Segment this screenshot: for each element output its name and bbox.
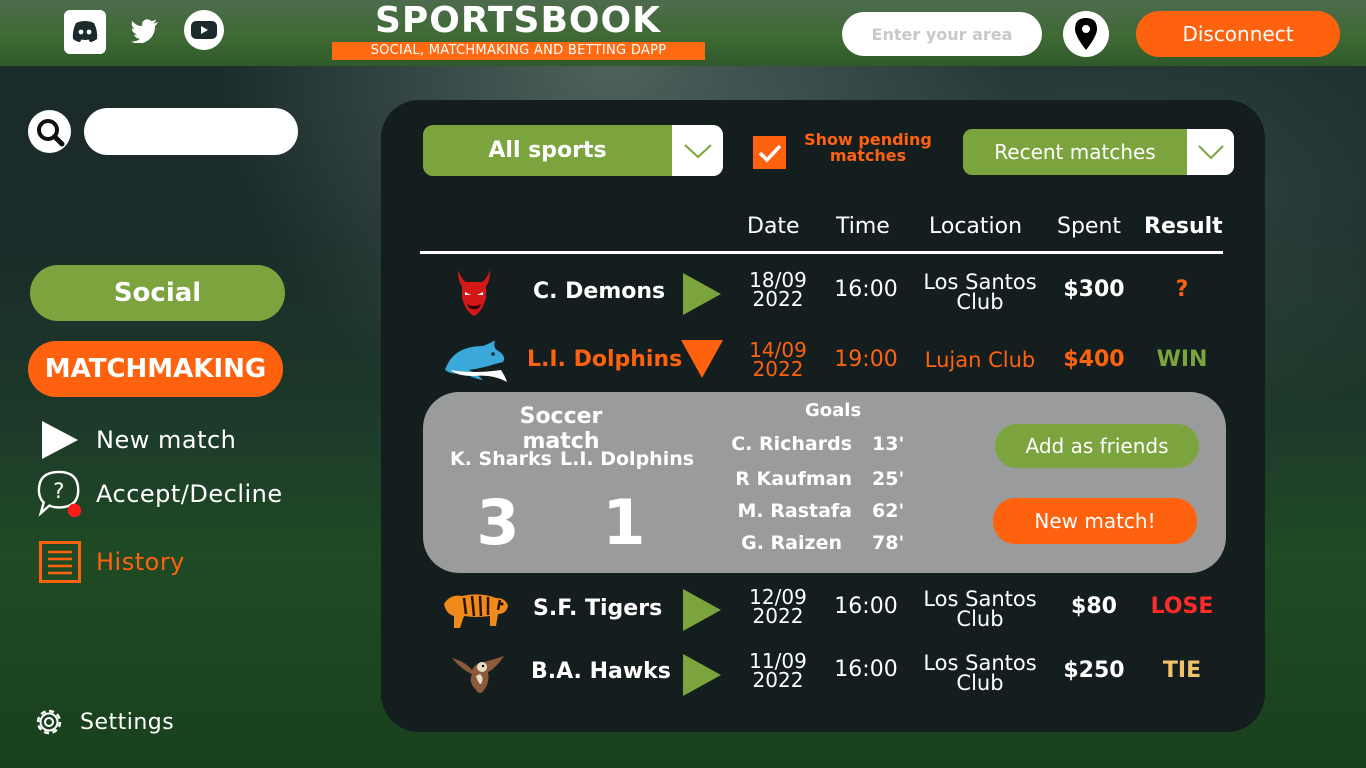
location-line2: Club (956, 671, 1004, 695)
sidebar-item-label: Accept/Decline (96, 480, 283, 508)
table-row-result: ? (1175, 277, 1189, 302)
location-line1: Los Santos (923, 270, 1037, 294)
goal-player: G. Raizen (741, 532, 842, 554)
pending-matches-checkbox[interactable] (753, 136, 786, 169)
column-header-date: Date (747, 214, 800, 239)
table-row-location: Lujan Club (915, 348, 1045, 372)
pending-label-line2: matches (829, 146, 907, 165)
sport-filter-dropdown[interactable]: All sports (423, 125, 723, 176)
date-line2: 2022 (752, 287, 804, 311)
table-row-spent: $300 (1063, 277, 1125, 302)
settings-label: Settings (80, 709, 175, 735)
goal-minute: 62' (872, 500, 904, 522)
tiger-logo-icon (440, 588, 510, 634)
table-row-spent: $400 (1063, 347, 1125, 372)
column-header-result: Result (1144, 214, 1223, 239)
list-icon (36, 540, 84, 584)
date-line2: 2022 (752, 604, 804, 628)
collapse-arrow-icon[interactable] (681, 340, 723, 382)
table-row-team: L.I. Dolphins (527, 347, 683, 372)
sort-value: Recent matches (994, 140, 1156, 164)
location-line1: Los Santos (923, 587, 1037, 611)
pending-matches-label: Show pending matches (800, 132, 936, 164)
away-score: 1 (602, 486, 646, 559)
match-detail-title: Soccer match (519, 404, 603, 454)
sidebar-item-history[interactable]: History (36, 540, 185, 584)
table-row-team: S.F. Tigers (533, 596, 663, 621)
table-row-team: C. Demons (533, 279, 666, 304)
play-icon (36, 418, 84, 462)
map-pin-icon[interactable] (1063, 11, 1109, 57)
column-header-location: Location (929, 214, 1023, 239)
hawk-logo-icon (450, 652, 506, 700)
table-row-time: 16:00 (834, 657, 898, 682)
goal-player: C. Richards (731, 433, 852, 455)
brand-title: SPORTSBOOK (374, 0, 662, 41)
location-line2: Club (956, 290, 1004, 314)
brand-subtitle: SOCIAL, MATCHMAKING AND BETTING DAPP (332, 42, 705, 60)
home-team-name: K. Sharks (450, 448, 552, 470)
goal-player: R Kaufman (735, 468, 852, 490)
location-line1: Los Santos (923, 651, 1037, 675)
away-team-name: L.I. Dolphins (560, 448, 695, 470)
settings-item[interactable]: Settings (30, 700, 174, 744)
search-input[interactable] (84, 108, 298, 155)
location-line1: Lujan Club (924, 348, 1036, 372)
column-header-time: Time (836, 214, 890, 239)
new-match-button[interactable]: New match! (993, 498, 1197, 544)
table-row-result: WIN (1156, 347, 1208, 372)
expand-arrow-icon[interactable] (683, 654, 721, 700)
discord-icon[interactable] (64, 10, 106, 54)
sidebar-item-accept-decline[interactable]: ? Accept/Decline (36, 470, 283, 518)
header-divider (420, 251, 1223, 254)
goal-minute: 78' (872, 532, 904, 554)
sidebar-item-label: New match (96, 426, 237, 454)
demon-logo-icon (452, 268, 496, 322)
table-row-location: Los Santos Club (915, 587, 1045, 631)
youtube-icon[interactable] (184, 10, 224, 50)
table-row-date: 11/09 2022 (743, 651, 813, 692)
date-line2: 2022 (752, 357, 804, 381)
gear-icon (30, 700, 68, 744)
dolphin-logo-icon (443, 340, 509, 388)
sport-filter-value: All sports (488, 138, 607, 163)
sidebar-item-new-match[interactable]: New match (36, 418, 236, 462)
date-line2: 2022 (752, 668, 804, 692)
matchmaking-button[interactable]: MATCHMAKING (28, 341, 283, 397)
search-icon[interactable] (28, 110, 71, 153)
table-row-location: Los Santos Club (915, 651, 1045, 695)
table-row-spent: $250 (1063, 658, 1125, 683)
table-row-time: 16:00 (834, 594, 898, 619)
table-row-result: LOSE (1150, 594, 1214, 619)
disconnect-button[interactable]: Disconnect (1136, 11, 1340, 57)
column-header-spent: Spent (1057, 214, 1122, 239)
sidebar-item-label: History (96, 548, 185, 576)
table-row-location: Los Santos Club (915, 270, 1045, 314)
twitter-icon[interactable] (124, 10, 166, 52)
area-input[interactable] (842, 12, 1042, 56)
chevron-down-icon[interactable] (1187, 129, 1234, 175)
add-friends-button[interactable]: Add as friends (995, 424, 1199, 468)
sort-dropdown[interactable]: Recent matches (963, 129, 1234, 175)
table-row-date: 18/09 2022 (743, 270, 813, 311)
table-row-result: TIE (1162, 658, 1202, 683)
home-score: 3 (476, 486, 520, 559)
chevron-down-icon[interactable] (672, 125, 723, 176)
svg-text:?: ? (53, 478, 65, 503)
table-row-date: 12/09 2022 (743, 587, 813, 628)
goal-minute: 13' (872, 433, 904, 455)
location-line2: Club (956, 607, 1004, 631)
table-row-time: 19:00 (834, 347, 898, 372)
expand-arrow-icon[interactable] (683, 589, 721, 635)
question-bubble-icon: ? (36, 470, 84, 518)
table-row-spent: $80 (1071, 594, 1117, 619)
goals-label: Goals (805, 400, 862, 421)
goal-player: M. Rastafa (737, 500, 853, 522)
social-button[interactable]: Social (30, 265, 285, 321)
table-row-time: 16:00 (834, 277, 898, 302)
expand-arrow-icon[interactable] (683, 273, 721, 319)
table-row-date: 14/09 2022 (743, 340, 813, 381)
table-row-team: B.A. Hawks (531, 659, 671, 684)
goal-minute: 25' (872, 468, 904, 490)
